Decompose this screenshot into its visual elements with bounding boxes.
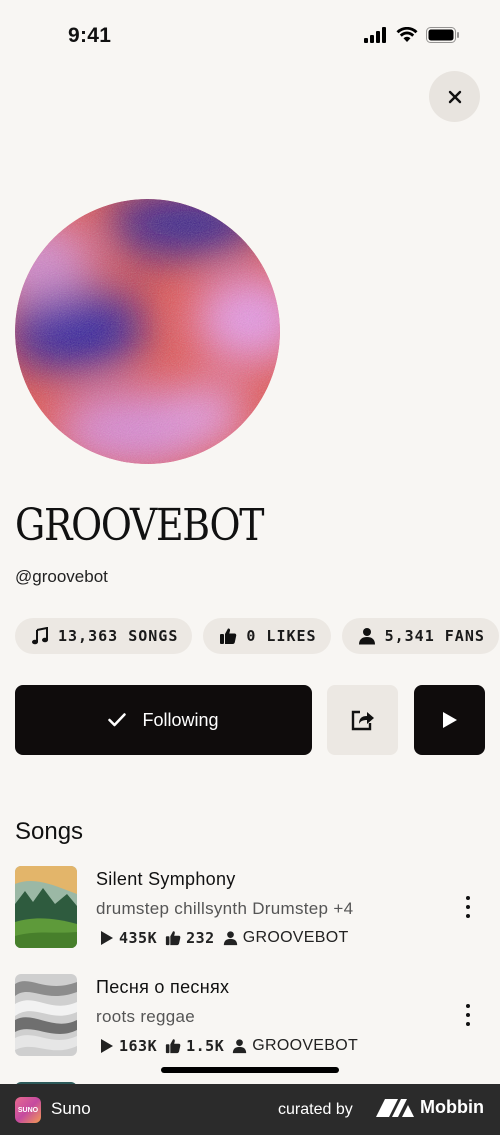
song-artist[interactable]: GROOVEBOT: [252, 1037, 358, 1055]
song-cover: [15, 866, 77, 948]
signal-icon: [364, 27, 386, 43]
song-title: Песня о песнях: [96, 977, 230, 997]
like-count: 1.5K: [186, 1037, 225, 1055]
songs-section-title: Songs: [15, 818, 84, 845]
song-row[interactable]: Silent Symphony drumstep chillsynth Drum…: [15, 866, 485, 950]
song-artist[interactable]: GROOVEBOT: [243, 929, 349, 947]
person-icon: [358, 628, 375, 645]
more-options-icon[interactable]: [463, 896, 473, 918]
person-icon: [233, 1039, 247, 1054]
thumbs-up-icon: [166, 931, 181, 946]
song-meta: 435K 232 GROOVEBOT: [100, 929, 349, 947]
following-label: Following: [142, 709, 219, 730]
song-tags: roots reggae: [96, 1007, 196, 1026]
play-count-icon: [101, 1039, 113, 1053]
status-time: 9:41: [68, 24, 112, 47]
fans-count-label: 5,341 FANS: [384, 627, 485, 645]
play-count-icon: [101, 931, 113, 945]
profile-avatar: [15, 199, 280, 464]
attribution-footer: SUNO Suno curated by Mobbin: [0, 1084, 500, 1135]
footer-app-name: Suno: [51, 1099, 91, 1118]
thumbs-up-icon: [166, 1039, 181, 1054]
close-icon: [448, 90, 461, 103]
play-icon: [442, 712, 457, 728]
close-button[interactable]: [429, 71, 480, 122]
play-all-button[interactable]: [414, 685, 485, 755]
stats-row: 13,363 SONGS 0 LIKES 5,341 FANS: [15, 618, 500, 654]
mobbin-label: Mobbin: [420, 1097, 484, 1117]
fans-count-chip[interactable]: 5,341 FANS: [341, 618, 499, 654]
mobbin-brand: Mobbin: [376, 1097, 484, 1118]
mobbin-logo-icon: [376, 1098, 414, 1117]
curated-by-label: curated by: [278, 1101, 353, 1118]
checkmark-icon: [108, 713, 127, 727]
share-icon: [351, 710, 374, 731]
profile-name: GROOVEBOT: [15, 500, 265, 551]
song-tags: drumstep chillsynth Drumstep +4: [96, 899, 354, 918]
status-bar: 9:41: [0, 0, 500, 72]
app-icon-text: SUNO: [17, 1106, 39, 1114]
thumbs-up-icon: [220, 628, 237, 644]
battery-icon: [426, 27, 459, 43]
song-meta: 163K 1.5K GROOVEBOT: [100, 1037, 358, 1055]
profile-handle: @groovebot: [15, 567, 108, 586]
status-icons: [364, 27, 460, 43]
music-note-icon: [32, 627, 48, 645]
songs-count-chip[interactable]: 13,363 SONGS: [15, 618, 193, 654]
play-count: 435K: [119, 929, 158, 947]
song-row[interactable]: Песня о песнях roots reggae 163K 1.5K GR…: [15, 974, 485, 1058]
more-options-icon[interactable]: [463, 1004, 473, 1026]
person-icon: [223, 931, 237, 946]
home-indicator[interactable]: [161, 1067, 339, 1073]
song-title: Silent Symphony: [96, 869, 236, 889]
likes-count-label: 0 LIKES: [246, 627, 317, 645]
song-cover: [15, 974, 77, 1056]
play-count: 163K: [119, 1037, 158, 1055]
songs-count-label: 13,363 SONGS: [58, 627, 179, 645]
suno-app-icon: SUNO: [15, 1097, 41, 1123]
share-button[interactable]: [327, 685, 398, 755]
like-count: 232: [186, 929, 215, 947]
likes-count-chip[interactable]: 0 LIKES: [203, 618, 331, 654]
following-button[interactable]: Following: [15, 685, 312, 755]
wifi-icon: [396, 27, 418, 42]
